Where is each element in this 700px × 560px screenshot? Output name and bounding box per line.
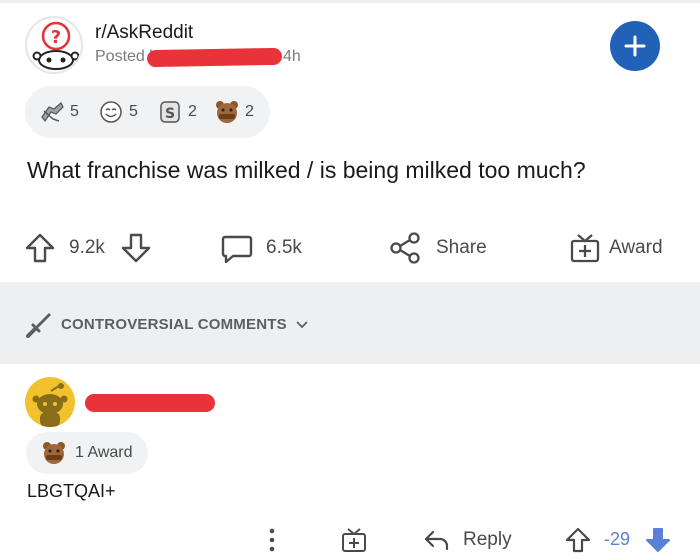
post-header: ? r/AskReddit Posted b 4h <box>25 16 675 74</box>
post-age: 4h <box>283 48 301 65</box>
chevron-down-icon <box>296 321 308 329</box>
plus-icon <box>624 35 646 57</box>
comment-sort-selector[interactable]: CONTROVERSIAL COMMENTS <box>25 310 309 338</box>
award-silver: S 2 <box>157 86 197 138</box>
award-count: 2 <box>188 103 197 120</box>
comment-award-badge[interactable]: 1 Award <box>26 432 148 474</box>
post-awards[interactable]: 5 5 S 2 2 <box>25 86 270 138</box>
post-action-bar: 9.2k 6.5k Share Award <box>0 222 700 274</box>
reply-button[interactable]: Reply <box>422 519 512 560</box>
award-smile: 5 <box>98 86 138 138</box>
redacted-username <box>146 47 283 68</box>
downvote-arrow-icon <box>646 527 670 552</box>
askreddit-snoo-icon: ? <box>32 21 80 70</box>
comment-sort-band: CONTROVERSIAL COMMENTS <box>0 282 700 364</box>
svg-text:S: S <box>165 106 175 122</box>
gift-award-icon <box>570 234 600 263</box>
award-hands: 5 <box>39 86 79 138</box>
sort-label: CONTROVERSIAL COMMENTS <box>61 315 287 333</box>
comment-upvote-button[interactable] <box>564 519 592 560</box>
upvote-arrow-icon <box>25 233 55 263</box>
bear-award-icon <box>216 101 238 123</box>
reply-arrow-icon <box>424 530 449 550</box>
top-divider <box>0 0 700 3</box>
downvote-arrow-icon <box>121 233 151 263</box>
award-button[interactable]: Award <box>568 222 663 274</box>
share-icon <box>390 232 420 264</box>
upvote-arrow-icon <box>565 527 591 552</box>
create-post-button[interactable] <box>610 21 660 71</box>
award-count: 5 <box>70 103 79 120</box>
reply-label: Reply <box>463 528 512 550</box>
comment-body: LBGTQAI+ <box>27 481 116 501</box>
subreddit-avatar[interactable]: ? <box>25 16 83 74</box>
share-label: Share <box>436 237 487 258</box>
upvote-count: 9.2k <box>69 237 105 258</box>
award-count: 5 <box>129 103 138 120</box>
sword-icon <box>26 313 51 338</box>
redacted-commenter-username <box>85 394 215 412</box>
more-options-button[interactable] <box>262 519 282 560</box>
comment-count: 6.5k <box>266 237 302 258</box>
comment-award-label: 1 Award <box>75 444 133 461</box>
more-vertical-icon <box>269 528 275 551</box>
comment-downvote-button[interactable] <box>644 519 672 560</box>
comment-score: -29 <box>604 529 631 549</box>
share-button[interactable]: Share <box>388 222 487 274</box>
award-bear: 2 <box>214 86 254 138</box>
comments-button[interactable]: 6.5k <box>220 222 302 274</box>
smile-face-award-icon <box>100 101 122 123</box>
award-label: Award <box>609 237 663 258</box>
post-title[interactable]: What franchise was milked / is being mil… <box>27 157 586 184</box>
snoo-avatar-icon <box>32 383 68 427</box>
comment-action-bar: Reply -29 <box>0 519 700 560</box>
commenter-avatar[interactable] <box>25 377 75 427</box>
gift-award-icon <box>342 527 366 552</box>
bear-award-icon <box>43 442 65 464</box>
upvote-button[interactable] <box>24 222 56 274</box>
downvote-button[interactable] <box>120 222 152 274</box>
award-count: 2 <box>245 103 254 120</box>
comment-bubble-icon <box>221 235 253 264</box>
svg-text:?: ? <box>51 27 61 48</box>
subreddit-name[interactable]: r/AskReddit <box>95 22 193 44</box>
hands-award-icon <box>41 102 64 123</box>
comment-award-button[interactable] <box>340 519 368 560</box>
silver-coin-award-icon: S <box>160 101 180 123</box>
